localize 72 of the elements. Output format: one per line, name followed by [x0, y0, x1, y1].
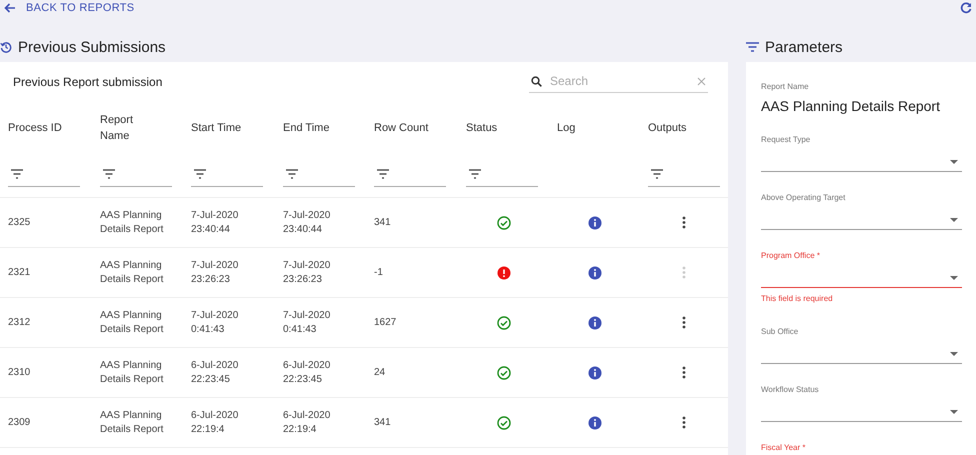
field-label: Program Office *	[761, 251, 820, 260]
filter-icon[interactable]	[193, 168, 207, 180]
field-label: Fiscal Year *	[761, 443, 806, 452]
table-cell-text: 6-Jul-2020 22:23:45	[283, 358, 332, 386]
column-header: Process ID	[8, 121, 62, 136]
filter-icon[interactable]	[285, 168, 299, 180]
column-header: End Time	[283, 121, 330, 136]
report-name-value: AAS Planning Details Report	[761, 98, 941, 114]
table-cell-text: 7-Jul-2020 0:41:43	[283, 308, 332, 336]
dropdown-arrow-icon	[950, 218, 958, 222]
table-cell-text: AAS Planning Details Report	[100, 258, 164, 286]
back-to-reports-link[interactable]: BACK TO REPORTS	[4, 2, 134, 14]
arrow-left-icon	[4, 3, 16, 13]
table-cell: 2321	[8, 266, 30, 280]
filter-icon	[746, 42, 759, 52]
info-icon[interactable]	[588, 416, 602, 430]
search-icon	[531, 76, 542, 86]
dropdown-arrow-icon	[950, 276, 958, 280]
column-header: Report Name	[100, 113, 134, 144]
error-message: This field is required	[761, 294, 833, 303]
table-cell-text: 6-Jul-2020 22:19:4	[191, 408, 240, 436]
info-icon[interactable]	[588, 266, 602, 280]
more-vertical-icon[interactable]	[682, 366, 686, 379]
dropdown-arrow-icon	[950, 410, 958, 414]
field-label: Workflow Status	[761, 385, 819, 394]
table-cell-text: AAS Planning Details Report	[100, 208, 164, 236]
history-icon	[0, 41, 12, 53]
section-title: Parameters	[765, 38, 843, 56]
field-label: Above Operating Target	[761, 193, 846, 202]
info-icon[interactable]	[588, 216, 602, 230]
table-cell-text: 7-Jul-2020 23:40:44	[283, 208, 332, 236]
table-cell: -1	[374, 266, 383, 280]
filter-icon[interactable]	[376, 168, 390, 180]
info-icon[interactable]	[588, 316, 602, 330]
field-label: Report Name	[761, 82, 809, 91]
table-cell: 341	[374, 216, 391, 230]
more-vertical-icon[interactable]	[682, 216, 686, 229]
table-cell-text: 7-Jul-2020 23:26:23	[283, 258, 332, 286]
table-cell: 2312	[8, 316, 30, 330]
refresh-icon[interactable]	[960, 2, 972, 14]
table-cell-text: AAS Planning Details Report	[100, 408, 164, 436]
section-title: Previous Submissions	[18, 38, 166, 56]
table-cell: 341	[374, 416, 391, 430]
table-cell-text: AAS Planning Details Report	[100, 358, 164, 386]
table-cell-text: 7-Jul-2020 0:41:43	[191, 308, 240, 336]
card-title: Previous Report submission	[13, 75, 162, 89]
filter-icon[interactable]	[102, 168, 116, 180]
table-cell-text: 6-Jul-2020 22:23:45	[191, 358, 240, 386]
table-cell: 1627	[374, 316, 396, 330]
table-cell: 2325	[8, 216, 30, 230]
column-header: Log	[557, 121, 576, 136]
filter-icon[interactable]	[650, 168, 664, 180]
field-label: Request Type	[761, 135, 810, 144]
table-cell: 2309	[8, 416, 30, 430]
dropdown-arrow-icon	[950, 352, 958, 356]
more-vertical-icon[interactable]	[682, 416, 686, 429]
column-header: Status	[466, 121, 498, 136]
column-header: Start Time	[191, 121, 242, 136]
table-cell-text: AAS Planning Details Report	[100, 308, 164, 336]
table-cell: 2310	[8, 366, 30, 380]
more-vertical-icon[interactable]	[682, 316, 686, 329]
table-cell: 24	[374, 366, 386, 380]
filter-icon[interactable]	[468, 168, 482, 180]
table-cell-text: 7-Jul-2020 23:40:44	[191, 208, 240, 236]
table-cell-text: 7-Jul-2020 23:26:23	[191, 258, 240, 286]
filter-icon[interactable]	[10, 168, 24, 180]
dropdown-arrow-icon	[950, 160, 958, 164]
table-cell-text: 6-Jul-2020 22:19:4	[283, 408, 332, 436]
field-label: Sub Office	[761, 327, 798, 336]
column-header: Row Count	[374, 121, 428, 136]
column-header: Outputs	[648, 121, 687, 136]
info-icon[interactable]	[588, 366, 602, 380]
